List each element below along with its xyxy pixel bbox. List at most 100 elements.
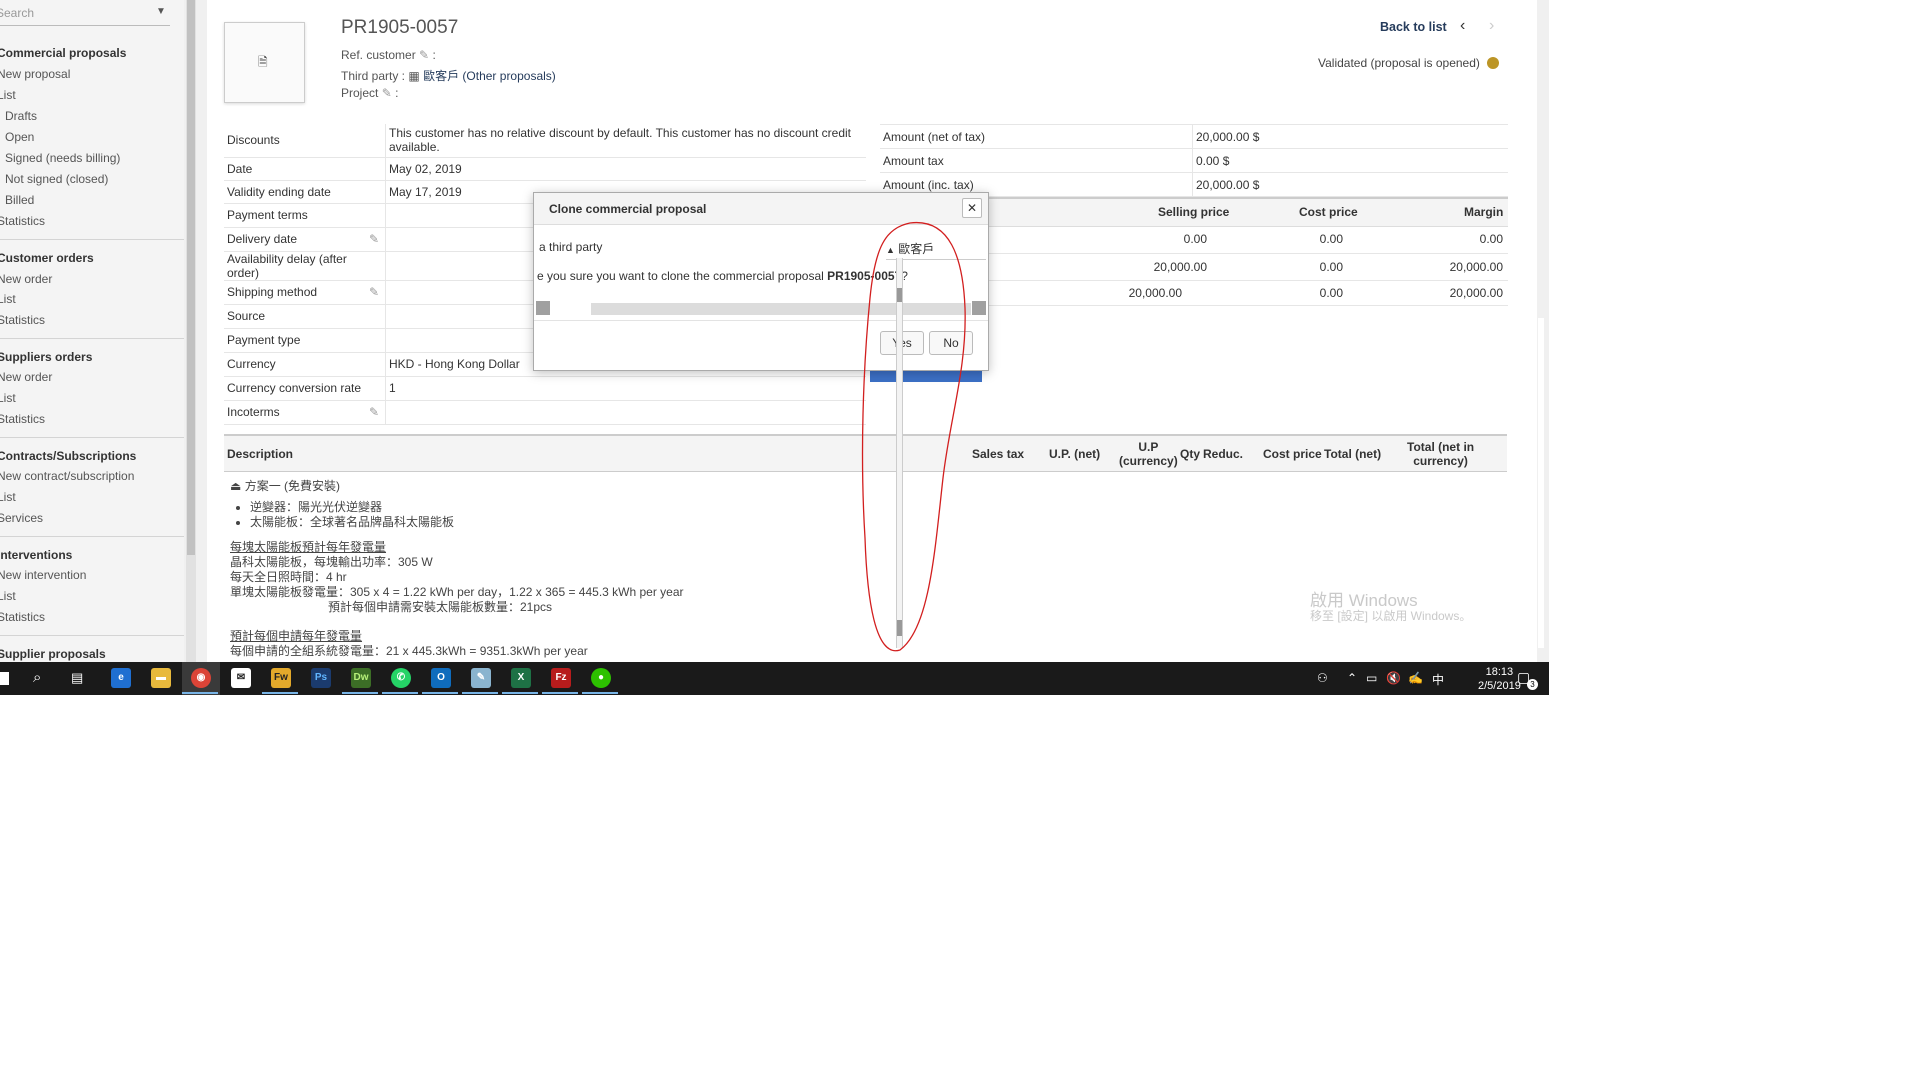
- menu-item-statistics[interactable]: Statistics: [0, 313, 45, 327]
- dreamweaver-icon[interactable]: Dw: [351, 668, 371, 688]
- menu-heading-suppliers-orders[interactable]: Suppliers orders: [0, 350, 92, 364]
- column-header: Cost price: [1299, 205, 1358, 219]
- notepad-icon[interactable]: ✎: [471, 668, 491, 688]
- column-header: Total (net): [1324, 447, 1382, 461]
- chevron-up-icon[interactable]: ⌃: [1347, 671, 1357, 685]
- menu-item-new-proposal[interactable]: New proposal: [0, 67, 70, 81]
- menu-heading-commercial-proposals[interactable]: Commercial proposals: [0, 46, 126, 60]
- table-cell: 20,000.00: [1449, 286, 1503, 300]
- start-icon[interactable]: [0, 672, 9, 685]
- edit-pencil-icon[interactable]: ✎: [369, 232, 379, 246]
- text-line: 單塊太陽能板發電量：305 x 4 = 1.22 kWh per day，1.2…: [230, 585, 684, 599]
- table-cell: 0.00: [1319, 260, 1343, 274]
- pen-icon[interactable]: ✍: [1408, 671, 1423, 685]
- fireworks-icon[interactable]: Fw: [271, 668, 291, 688]
- amount-value: 20,000.00 $: [1192, 172, 1508, 197]
- menu-item-signed[interactable]: Signed (needs billing): [5, 151, 120, 165]
- field-label: Date: [224, 157, 386, 181]
- menu-item-open[interactable]: Open: [5, 130, 34, 144]
- menu-item-statistics[interactable]: Statistics: [0, 214, 45, 228]
- whatsapp-icon[interactable]: ✆: [391, 668, 411, 688]
- filezilla-icon[interactable]: Fz: [551, 668, 571, 688]
- field-value: This customer has no relative discount b…: [385, 124, 866, 158]
- running-indicator: [422, 692, 458, 694]
- column-header: Reduc.: [1203, 447, 1244, 461]
- volume-muted-icon[interactable]: 🔇: [1386, 671, 1401, 685]
- wechat-icon[interactable]: ●: [591, 668, 611, 688]
- edge-icon[interactable]: e: [111, 668, 131, 688]
- column-header: Margin: [1464, 205, 1504, 219]
- third-party-link[interactable]: 歐客戶: [423, 69, 459, 83]
- task-view-icon[interactable]: ▤: [71, 670, 83, 686]
- menu-item-statistics[interactable]: Statistics: [0, 412, 45, 426]
- menu-item-billed[interactable]: Billed: [5, 193, 34, 207]
- table-cell: 20,000.00: [1153, 260, 1207, 274]
- menu-heading-supplier-proposals[interactable]: Supplier proposals: [0, 647, 106, 661]
- search-input[interactable]: Search ▼: [0, 0, 170, 26]
- table-cell: 0.00: [1319, 286, 1343, 300]
- menu-item-new-order[interactable]: New order: [0, 272, 52, 286]
- network-icon[interactable]: ▭: [1366, 671, 1377, 685]
- column-header: Description: [227, 447, 294, 461]
- close-icon[interactable]: ✕: [962, 198, 982, 218]
- other-proposals-link[interactable]: (Other proposals): [462, 69, 555, 83]
- edit-pencil-icon[interactable]: ✎: [369, 405, 379, 419]
- people-icon[interactable]: ⚇: [1317, 671, 1328, 685]
- text-line: 每天全日照時間：4 hr: [230, 570, 347, 584]
- outlook-icon[interactable]: O: [431, 668, 451, 688]
- windows-activation-hint: 移至 [設定] 以啟用 Windows。: [1310, 609, 1472, 623]
- system-clock[interactable]: 18:13 2/5/2019: [1478, 665, 1521, 693]
- mail-icon[interactable]: ✉: [231, 668, 251, 688]
- menu-item-list[interactable]: List: [0, 292, 16, 306]
- menu-item-new-order[interactable]: New order: [0, 370, 52, 384]
- chevron-down-icon[interactable]: ▼: [156, 6, 166, 17]
- file-explorer-icon[interactable]: ▬: [151, 668, 171, 688]
- ref-customer-row: Ref. customer ✎ :: [341, 48, 436, 62]
- menu-item-list[interactable]: List: [0, 589, 16, 603]
- field-label: Currency conversion rate: [224, 376, 386, 401]
- page-scrollbar[interactable]: [1538, 318, 1544, 648]
- list-item: 太陽能板：全球著名品牌晶科太陽能板: [250, 515, 684, 530]
- menu-heading-customer-orders[interactable]: Customer orders: [0, 251, 94, 265]
- menu-item-new-intervention[interactable]: New intervention: [0, 568, 86, 582]
- third-party-label: Third party :: [341, 69, 406, 83]
- amount-value: 20,000.00 $: [1192, 124, 1508, 149]
- menu-item-services[interactable]: Services: [0, 511, 43, 525]
- edit-pencil-icon[interactable]: ✎: [419, 48, 429, 62]
- menu-item-not-signed[interactable]: Not signed (closed): [5, 172, 108, 186]
- edit-pencil-icon[interactable]: ✎: [382, 86, 392, 100]
- field-label: Payment terms: [224, 203, 386, 228]
- table-cell: 20,000.00: [1449, 260, 1503, 274]
- field-value: 1: [385, 376, 866, 401]
- column-header: Total (net in currency): [1407, 440, 1475, 468]
- menu-item-list[interactable]: List: [0, 88, 16, 102]
- active-indicator: [182, 692, 218, 694]
- chrome-icon[interactable]: ◉: [191, 668, 211, 688]
- menu-heading-interventions[interactable]: Interventions: [0, 548, 72, 562]
- page-title: PR1905-0057: [341, 17, 459, 38]
- menu-item-list[interactable]: List: [0, 391, 16, 405]
- column-header: Selling price: [1158, 205, 1230, 219]
- photoshop-icon[interactable]: Ps: [311, 668, 331, 688]
- product-icon: ⏏: [230, 479, 242, 493]
- menu-item-drafts[interactable]: Drafts: [5, 109, 37, 123]
- chevron-left-icon[interactable]: ‹: [1460, 17, 1465, 35]
- notification-count-badge: 3: [1527, 679, 1538, 690]
- excel-icon[interactable]: X: [511, 668, 531, 688]
- menu-item-list[interactable]: List: [0, 490, 16, 504]
- menu-item-statistics[interactable]: Statistics: [0, 610, 45, 624]
- menu-item-new-contract[interactable]: New contract/subscription: [0, 469, 134, 483]
- edit-pencil-icon[interactable]: ✎: [369, 285, 379, 299]
- scrollbar-thumb[interactable]: [187, 0, 195, 555]
- ime-indicator[interactable]: 中: [1432, 671, 1444, 688]
- scroll-left-arrow[interactable]: [536, 301, 550, 315]
- menu-heading-contracts[interactable]: Contracts/Subscriptions: [0, 449, 136, 463]
- project-row: Project ✎ :: [341, 86, 399, 100]
- sidebar-scrollbar[interactable]: [186, 0, 196, 662]
- amounts-table: Amount (net of tax) 20,000.00 $ Amount ta…: [880, 124, 1508, 197]
- text-line: 每塊太陽能板預計每年發電量: [230, 540, 387, 554]
- back-to-list-link[interactable]: Back to list: [1380, 20, 1447, 34]
- dialog-question: e you sure you want to clone the commerc…: [537, 269, 908, 283]
- search-icon[interactable]: ⌕: [33, 669, 41, 686]
- amount-value: 0.00 $: [1192, 148, 1508, 173]
